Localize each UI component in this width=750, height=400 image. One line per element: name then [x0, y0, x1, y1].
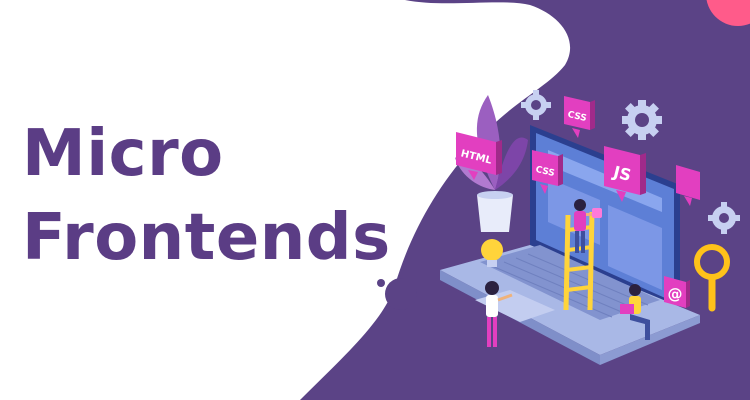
page-title: Micro Frontends [22, 112, 391, 280]
badge-at-label: @ [668, 285, 683, 303]
title-line-2: Frontends [22, 201, 391, 275]
gear-icon [622, 100, 662, 140]
title-line-1: Micro [22, 117, 224, 191]
hero-banner: HTML CSS CSS JS @ Micro Frontends [0, 0, 750, 400]
ink-dot-small [377, 279, 385, 287]
ink-dot [385, 278, 417, 310]
